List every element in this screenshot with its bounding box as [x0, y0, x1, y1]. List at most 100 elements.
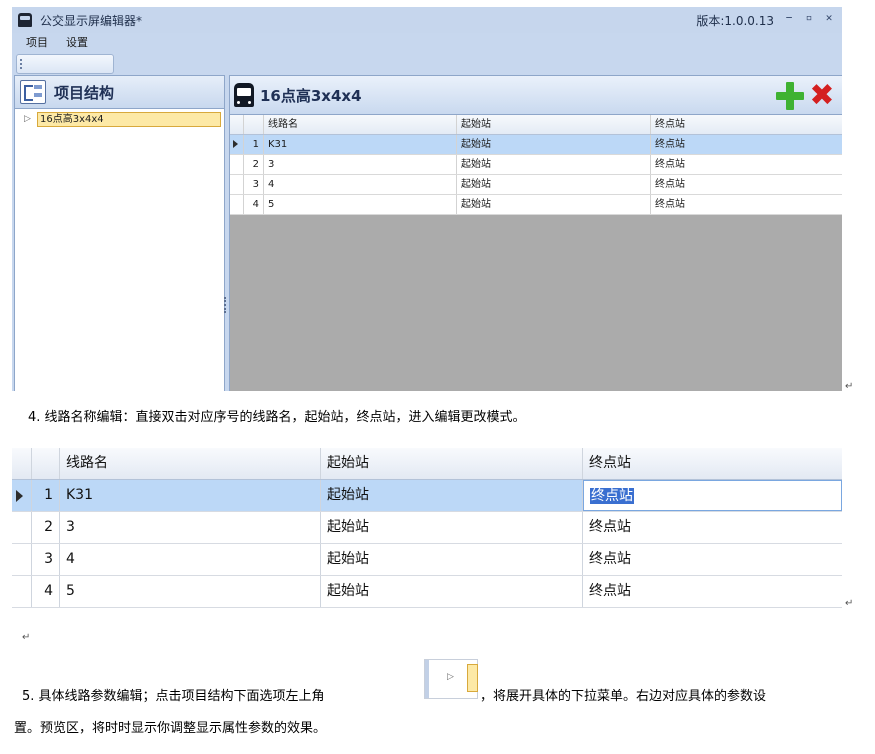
expand-arrow-icon[interactable]: ▷	[24, 114, 31, 124]
cell-line-name[interactable]: K31	[60, 480, 321, 511]
row-pointer-icon	[16, 490, 23, 502]
cell-line-name[interactable]: 3	[264, 155, 457, 174]
cell-end-station[interactable]: 终点站	[651, 135, 842, 154]
row-pointer-icon	[233, 140, 238, 148]
row-number: 4	[32, 576, 60, 607]
column-header-line[interactable]: 线路名	[264, 115, 457, 134]
route-table-zoomed: 线路名 起始站 终点站 1 K31 起始站 终点站 2 3 起始站 终点站 3 …	[12, 448, 842, 608]
cell-line-name[interactable]: K31	[264, 135, 457, 154]
cell-start-station[interactable]: 起始站	[321, 480, 583, 511]
cell-start-station[interactable]: 起始站	[321, 576, 583, 607]
project-tree-icon	[20, 80, 46, 104]
row-number: 2	[32, 512, 60, 543]
selected-edit-text[interactable]: 终点站	[590, 488, 634, 504]
row-indicator	[230, 135, 244, 154]
column-header-end[interactable]: 终点站	[651, 115, 842, 134]
app-window-screenshot: 公交显示屏编辑器* 版本:1.0.0.13 − ▫ ✕ 项目 设置 项目结构 ▷…	[12, 7, 842, 391]
table-row[interactable]: 3 4 起始站 终点站	[230, 175, 842, 195]
cell-start-station[interactable]: 起始站	[321, 512, 583, 543]
menu-item-settings[interactable]: 设置	[66, 34, 88, 50]
row-number-header	[32, 448, 60, 479]
paragraph-5-start: 5. 具体线路参数编辑；点击项目结构下面选项左上角	[22, 689, 325, 704]
cell-start-station[interactable]: 起始站	[321, 544, 583, 575]
row-number: 4	[244, 195, 264, 214]
route-list-panel: 16点高3x4x4 ✖ 线路名 起始站 终点站 1 K31 起始站 终点站 2	[229, 75, 842, 391]
cell-end-station[interactable]: 终点站	[651, 195, 842, 214]
column-header-line[interactable]: 线路名	[60, 448, 321, 479]
row-number: 1	[32, 480, 60, 511]
table-header-row: 线路名 起始站 终点站	[12, 448, 842, 480]
column-header-start[interactable]: 起始站	[321, 448, 583, 479]
version-label: 版本:1.0.0.13	[696, 14, 774, 28]
table-row[interactable]: 1 K31 起始站 终点站	[230, 135, 842, 155]
toolbar-strip	[16, 54, 114, 74]
cell-start-station[interactable]: 起始站	[457, 155, 651, 174]
tree-node-project[interactable]: 16点高3x4x4	[37, 112, 221, 127]
row-number-header	[244, 115, 264, 134]
bus-icon	[234, 83, 254, 107]
title-bar: 公交显示屏编辑器* 版本:1.0.0.13 − ▫ ✕	[12, 7, 842, 33]
minimize-icon[interactable]: −	[782, 11, 796, 25]
project-structure-panel: 项目结构 ▷ 16点高3x4x4	[14, 75, 225, 391]
cell-end-station[interactable]: 终点站	[651, 155, 842, 174]
bus-icon	[18, 13, 32, 27]
close-icon[interactable]: ✕	[822, 11, 836, 25]
cell-line-name[interactable]: 5	[264, 195, 457, 214]
return-mark: ↵	[845, 381, 854, 392]
snippet-border	[425, 660, 429, 698]
route-table: 线路名 起始站 终点站 1 K31 起始站 终点站 2 3 起始站 终点站 3	[230, 115, 842, 215]
window-title: 公交显示屏编辑器*	[40, 13, 143, 28]
delete-icon[interactable]: ✖	[808, 81, 836, 111]
column-header-end[interactable]: 终点站	[583, 448, 842, 479]
table-row[interactable]: 2 3 起始站 终点站	[230, 155, 842, 175]
cell-start-station[interactable]: 起始站	[457, 195, 651, 214]
row-number: 2	[244, 155, 264, 174]
add-icon[interactable]	[776, 82, 804, 110]
cell-end-station[interactable]: 终点站	[583, 576, 842, 607]
route-list-header: 16点高3x4x4 ✖	[230, 76, 842, 115]
table-row[interactable]: 1 K31 起始站 终点站	[12, 480, 842, 512]
paragraph-4: 4. 线路名称编辑：直接双击对应序号的线路名，起始站，终点站，进入编辑更改模式。	[28, 410, 526, 425]
cell-line-name[interactable]: 4	[264, 175, 457, 194]
cell-end-station[interactable]: 终点站	[651, 175, 842, 194]
row-indicator	[12, 480, 32, 511]
paragraph-5-continued: ，将展开具体的下拉菜单。右边对应具体的参数设	[480, 689, 767, 704]
row-indicator	[230, 175, 244, 194]
cell-line-name[interactable]: 3	[60, 512, 321, 543]
return-mark: ↵	[845, 598, 854, 609]
row-indicator	[12, 512, 32, 543]
window-controls: − ▫ ✕	[782, 11, 836, 25]
table-row[interactable]: 4 5 起始站 终点站	[12, 576, 842, 608]
row-indicator	[12, 576, 32, 607]
row-indicator	[230, 155, 244, 174]
column-header-start[interactable]: 起始站	[457, 115, 651, 134]
project-structure-title: 项目结构	[54, 83, 115, 102]
expand-arrow-icon: ▷	[447, 672, 454, 682]
route-list-title: 16点高3x4x4	[260, 86, 362, 105]
cell-start-station[interactable]: 起始站	[457, 175, 651, 194]
row-indicator-header	[12, 448, 32, 479]
table-row[interactable]: 2 3 起始站 终点站	[12, 512, 842, 544]
row-number: 3	[32, 544, 60, 575]
menu-bar: 项目 设置	[12, 33, 842, 51]
table-header-row: 线路名 起始站 终点站	[230, 115, 842, 135]
row-number: 1	[244, 135, 264, 154]
return-mark: ↵	[22, 632, 31, 643]
cell-end-station[interactable]: 终点站	[583, 544, 842, 575]
cell-line-name[interactable]: 4	[60, 544, 321, 575]
tree-expand-snippet: ▷	[424, 659, 478, 699]
cell-end-station[interactable]: 终点站	[583, 512, 842, 543]
row-indicator-header	[230, 115, 244, 134]
cell-end-station-editing[interactable]: 终点站	[583, 480, 842, 511]
tree-row: ▷ 16点高3x4x4	[15, 112, 224, 128]
snippet-tree-node	[467, 664, 478, 692]
row-indicator	[230, 195, 244, 214]
paragraph-5-end: 置。预览区，将时时显示你调整显示属性参数的效果。	[14, 721, 327, 736]
table-row[interactable]: 3 4 起始站 终点站	[12, 544, 842, 576]
row-number: 3	[244, 175, 264, 194]
maximize-icon[interactable]: ▫	[802, 11, 816, 25]
menu-item-project[interactable]: 项目	[26, 34, 48, 50]
table-row[interactable]: 4 5 起始站 终点站	[230, 195, 842, 215]
cell-start-station[interactable]: 起始站	[457, 135, 651, 154]
cell-line-name[interactable]: 5	[60, 576, 321, 607]
